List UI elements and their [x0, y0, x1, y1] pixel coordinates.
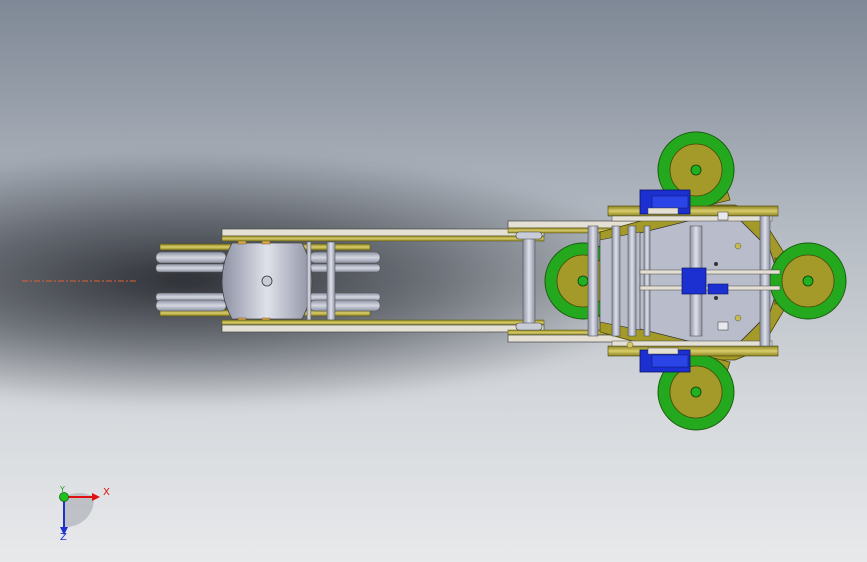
wheel-right[interactable] — [769, 242, 847, 320]
robot-assembly-model[interactable] — [0, 0, 867, 562]
gripper-assembly[interactable] — [155, 237, 381, 325]
motor-bottom[interactable] — [639, 347, 691, 373]
axis-x-label: X — [103, 487, 110, 498]
graphics-viewport[interactable]: X Y Z — [0, 0, 867, 562]
mobile-base[interactable] — [544, 131, 847, 431]
motor-top[interactable] — [639, 189, 691, 215]
coordinate-triad-icon — [59, 492, 100, 535]
axis-y-label: Y — [60, 485, 65, 494]
axis-z-label: Z — [60, 532, 67, 543]
